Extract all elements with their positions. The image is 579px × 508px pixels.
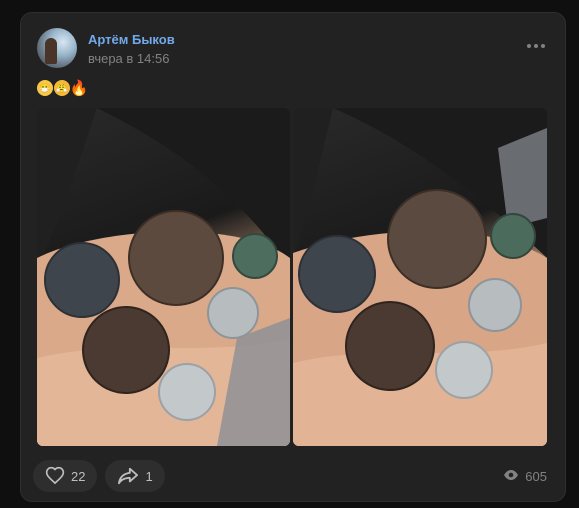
- author-name[interactable]: Артём Быков: [88, 32, 175, 47]
- eye-icon: [503, 469, 519, 484]
- photo-coins-front[interactable]: [37, 108, 290, 446]
- post-actions: 22 1: [33, 460, 165, 492]
- share-button[interactable]: 1: [105, 460, 165, 492]
- post-time[interactable]: вчера в 14:56: [88, 51, 169, 66]
- views-count: 605: [525, 469, 547, 484]
- author-avatar[interactable]: [37, 28, 77, 68]
- post-card: Артём Быков вчера в 14:56 😷 😤 🔥 22 1 605: [20, 12, 566, 502]
- post-text: 😷 😤 🔥: [37, 79, 89, 97]
- share-count: 1: [145, 468, 153, 484]
- like-button[interactable]: 22: [33, 460, 98, 492]
- share-icon: [117, 466, 139, 486]
- views-counter: 605: [503, 469, 547, 484]
- emoji-mask: 😷: [37, 80, 53, 96]
- like-count: 22: [71, 468, 86, 484]
- more-icon[interactable]: [527, 39, 549, 53]
- heart-icon: [45, 466, 65, 486]
- photo-coins-back[interactable]: [293, 108, 547, 446]
- emoji-steam: 😤: [54, 80, 70, 96]
- emoji-fire: 🔥: [69, 79, 89, 97]
